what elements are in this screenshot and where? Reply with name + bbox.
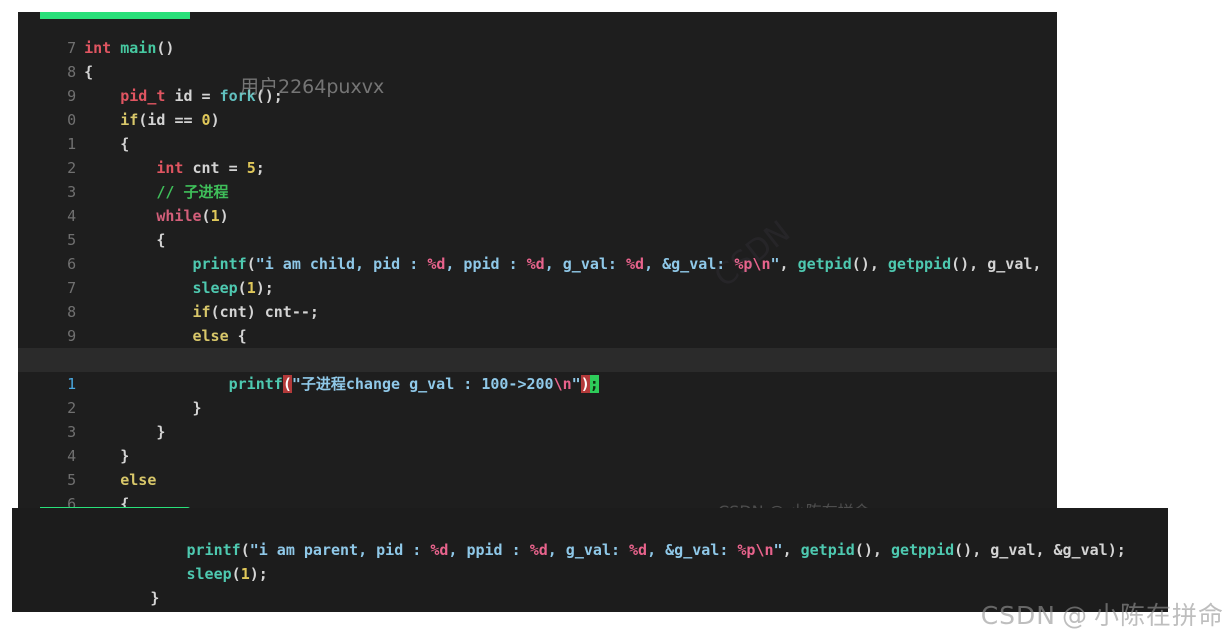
code-line[interactable]: 4 } bbox=[18, 420, 1057, 444]
code-line[interactable]: printf("i am parent, pid : %d, ppid : %d… bbox=[12, 508, 1168, 538]
code-line[interactable]: 2 } bbox=[18, 372, 1057, 396]
selection-highlight-bar-top bbox=[40, 12, 190, 19]
line-content: } bbox=[78, 610, 123, 612]
code-line[interactable]: 8 if(cnt) cnt--; bbox=[18, 276, 1057, 300]
code-line[interactable]: 0 if(id == 0) bbox=[18, 84, 1057, 108]
csdn-brand-text: CSDN bbox=[981, 601, 1056, 630]
code-line[interactable]: 7 sleep(1); bbox=[18, 252, 1057, 276]
csdn-at-symbol: @ bbox=[1062, 601, 1088, 630]
code-line[interactable]: 6 { bbox=[18, 468, 1057, 492]
code-line[interactable]: 4 while(1) bbox=[18, 180, 1057, 204]
code-line[interactable]: 5 else bbox=[18, 444, 1057, 468]
code-line[interactable]: 3 } bbox=[18, 396, 1057, 420]
code-line-active[interactable]: 1 printf("子进程change g_val : 100->200\n")… bbox=[18, 348, 1057, 372]
code-line[interactable]: sleep(1); bbox=[12, 538, 1168, 562]
code-line[interactable]: } bbox=[12, 562, 1168, 586]
code-line[interactable]: 8{ bbox=[18, 36, 1057, 60]
csdn-watermark: CSDN@小陈在拼命 bbox=[981, 596, 1224, 632]
code-line[interactable]: 1 { bbox=[18, 108, 1057, 132]
code-line[interactable]: 0 g_val=200; bbox=[18, 324, 1057, 348]
code-line[interactable]: 5 { bbox=[18, 204, 1057, 228]
code-line[interactable]: 3 // 子进程 bbox=[18, 156, 1057, 180]
code-line[interactable]: 9 else { bbox=[18, 300, 1057, 324]
code-line[interactable]: 9 pid_t id = fork(); bbox=[18, 60, 1057, 84]
code-editor-panel[interactable]: 7int main() 8{ 9 pid_t id = fork(); 0 if… bbox=[18, 12, 1057, 514]
code-line[interactable]: 2 int cnt = 5; bbox=[18, 132, 1057, 156]
code-line[interactable]: 6 printf("i am child, pid : %d, ppid : %… bbox=[18, 228, 1057, 252]
csdn-author-name: 小陈在拼命 bbox=[1094, 601, 1224, 630]
